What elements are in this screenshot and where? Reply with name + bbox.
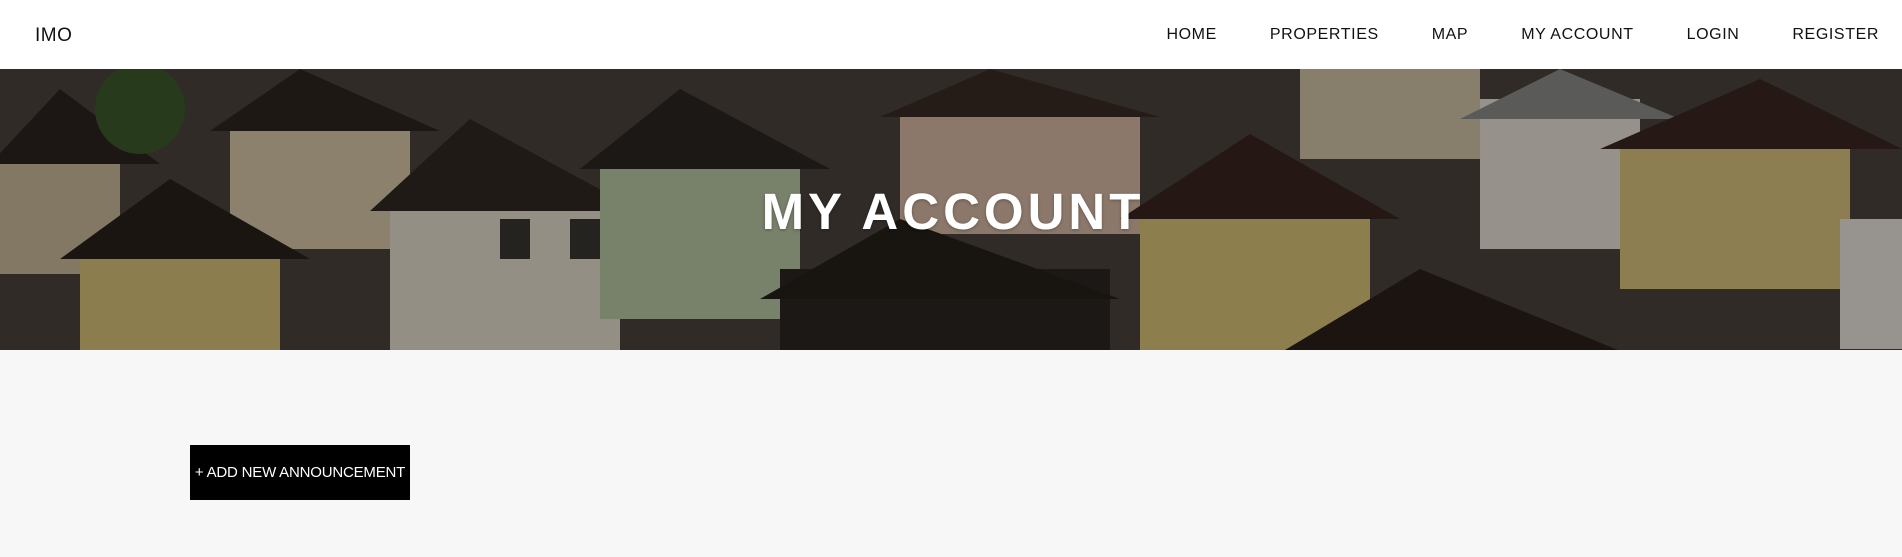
nav-item-register[interactable]: REGISTER bbox=[1792, 26, 1879, 44]
nav-item-my-account[interactable]: MY ACCOUNT bbox=[1521, 26, 1633, 44]
nav-item-login[interactable]: LOGIN bbox=[1687, 26, 1740, 44]
nav-item-home[interactable]: HOME bbox=[1166, 26, 1216, 44]
nav-item-properties[interactable]: PROPERTIES bbox=[1270, 26, 1379, 44]
add-new-announcement-button[interactable]: + ADD NEW ANNOUNCEMENT bbox=[190, 445, 410, 500]
nav-item-map[interactable]: MAP bbox=[1432, 26, 1468, 44]
site-logo[interactable]: IMO bbox=[35, 25, 72, 47]
navbar: IMO HOME PROPERTIES MAP MY ACCOUNT LOGIN… bbox=[0, 0, 1902, 69]
page-title: MY ACCOUNT bbox=[761, 183, 1145, 240]
main-nav: HOME PROPERTIES MAP MY ACCOUNT LOGIN REG… bbox=[1166, 26, 1879, 44]
main-content: + ADD NEW ANNOUNCEMENT bbox=[0, 350, 1902, 557]
hero-banner: MY ACCOUNT bbox=[0, 69, 1902, 350]
